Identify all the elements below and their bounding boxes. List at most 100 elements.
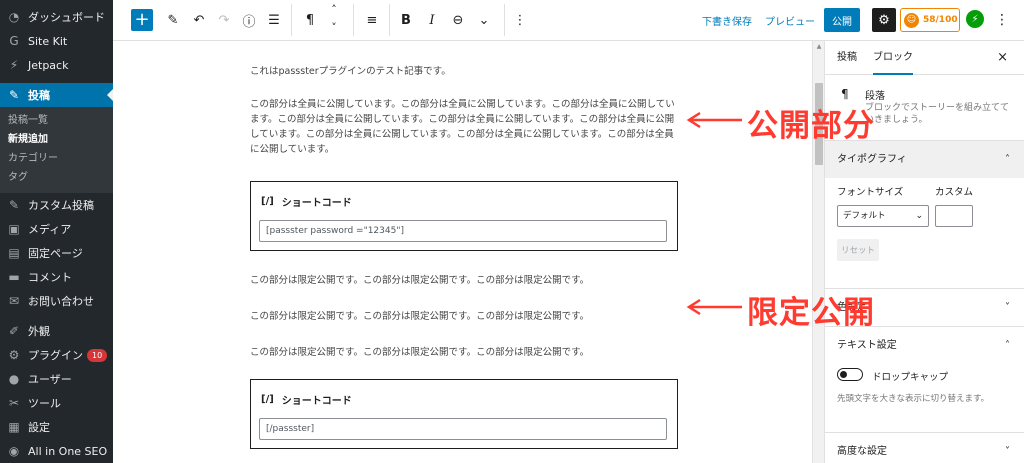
menu-item-pin[interactable]: ✎ カスタム投稿 bbox=[0, 193, 113, 217]
chevron-up-icon: ˄ bbox=[1005, 340, 1010, 351]
jetpack-icon[interactable]: ⚡ bbox=[966, 10, 984, 28]
menu-item-jetpack[interactable]: ⚡ Jetpack bbox=[0, 53, 113, 77]
paragraph-block-limited[interactable]: この部分は限定公開です。この部分は限定公開です。この部分は限定公開です。 bbox=[250, 309, 678, 324]
menu-item-dashboard[interactable]: ◔ ダッシュボード bbox=[0, 5, 113, 29]
align-icon[interactable]: ≡ bbox=[363, 8, 381, 32]
panel-title: 高度な設定 bbox=[837, 446, 887, 457]
menu-item-label: プラグイン bbox=[28, 349, 83, 362]
typography-body: フォントサイズ カスタム デフォルト ⌄ リセット bbox=[825, 178, 1024, 288]
seo-icon: ☺ bbox=[904, 12, 919, 28]
menu-item-comment[interactable]: ▬ コメント bbox=[0, 265, 113, 289]
tab-block[interactable]: ブロック bbox=[873, 41, 913, 75]
shortcode-block[interactable]: [/] ショートコード [passster password ="12345"] bbox=[250, 181, 678, 251]
chevron-down-icon[interactable]: ⌄ bbox=[476, 8, 492, 32]
text-settings-toggle[interactable]: テキスト設定 ˄ bbox=[825, 327, 1024, 364]
typography-panel: タイポグラフィ ˄ フォントサイズ カスタム デフォルト ⌄ リセット bbox=[825, 141, 1024, 289]
paragraph-block-public[interactable]: この部分は全員に公開しています。この部分は全員に公開しています。この部分は全員に… bbox=[250, 97, 678, 157]
text-settings-body: ドロップキャップ 先頭文字を大きな表示に切り替えます。 bbox=[825, 364, 1024, 432]
dashboard-icon: ◔ bbox=[8, 10, 20, 24]
settings-gear-icon[interactable]: ⚙ bbox=[872, 8, 896, 32]
plugin-icon: ⚙ bbox=[8, 348, 20, 362]
drop-cap-toggle[interactable] bbox=[837, 368, 863, 381]
submenu-item[interactable]: タグ bbox=[0, 168, 113, 187]
shortcode-header: [/] ショートコード bbox=[261, 392, 352, 407]
move-up-icon[interactable]: ˄ bbox=[327, 2, 341, 16]
more-options-icon[interactable]: ⋮ bbox=[995, 8, 1009, 32]
tools-edit-icon[interactable]: ✎ bbox=[163, 8, 183, 32]
seo-score-button[interactable]: ☺ 58/100 bbox=[900, 8, 960, 32]
move-down-icon[interactable]: ˅ bbox=[327, 20, 341, 34]
menu-item-aioseo[interactable]: ◉ All in One SEO bbox=[0, 439, 113, 463]
bold-button[interactable]: B bbox=[398, 8, 414, 32]
chevron-down-icon: ˅ bbox=[1005, 446, 1010, 457]
link-icon[interactable]: ⊖ bbox=[449, 8, 467, 32]
submenu-item[interactable]: カテゴリー bbox=[0, 149, 113, 168]
shortcode-label: ショートコード bbox=[281, 396, 352, 407]
block-description: ブロックでストーリーを組み立てていきましょう。 bbox=[865, 103, 1010, 125]
block-options-icon[interactable]: ⋮ bbox=[514, 8, 527, 32]
paragraph-block[interactable]: これはpasssterプラグインのテスト記事です。 bbox=[250, 64, 678, 79]
menu-item-label: 外観 bbox=[28, 325, 50, 338]
shortcode-block[interactable]: [/] ショートコード [/passster] bbox=[250, 379, 678, 449]
redo-icon[interactable]: ↷ bbox=[214, 8, 234, 32]
mail-icon: ✉ bbox=[8, 294, 20, 308]
seo-score-value: 58/100 bbox=[923, 15, 958, 25]
annotation-arrow-public bbox=[686, 111, 742, 129]
save-draft-button[interactable]: 下書き保存 bbox=[702, 13, 752, 28]
menu-item-posts[interactable]: ✎ 投稿 bbox=[0, 83, 113, 107]
reset-button[interactable]: リセット bbox=[837, 239, 879, 261]
annotation-public: 公開部分 bbox=[747, 108, 875, 144]
preview-button[interactable]: プレビュー bbox=[765, 13, 815, 28]
pin-icon: ✎ bbox=[8, 198, 20, 212]
menu-item-label: All in One SEO bbox=[28, 444, 108, 458]
menu-item-label: 固定ページ bbox=[28, 247, 83, 260]
page-icon: ▤ bbox=[8, 246, 20, 260]
menu-item-user[interactable]: ● ユーザー bbox=[0, 367, 113, 391]
menu-item-page[interactable]: ▤ 固定ページ bbox=[0, 241, 113, 265]
publish-button[interactable]: 公開 bbox=[824, 8, 860, 32]
submenu-item[interactable]: 投稿一覧 bbox=[0, 111, 113, 130]
menu-item-brush[interactable]: ✐ 外観 bbox=[0, 319, 113, 343]
shortcode-input[interactable]: [/passster] bbox=[259, 418, 667, 440]
menu-item-label: Jetpack bbox=[28, 58, 69, 72]
list-view-icon[interactable]: ☰ bbox=[264, 8, 284, 32]
shortcode-icon: [/] bbox=[261, 196, 274, 207]
user-icon: ● bbox=[8, 372, 20, 386]
paragraph-block-limited[interactable]: この部分は限定公開です。この部分は限定公開です。この部分は限定公開です。 bbox=[250, 345, 678, 360]
sidebar-tabs: 投稿 ブロック × bbox=[825, 41, 1024, 75]
info-icon[interactable]: ⓘ bbox=[239, 8, 259, 32]
menu-item-settings[interactable]: ▦ 設定 bbox=[0, 415, 113, 439]
menu-item-label: コメント bbox=[28, 271, 72, 284]
menu-item-media[interactable]: ▣ メディア bbox=[0, 217, 113, 241]
italic-button[interactable]: I bbox=[424, 8, 440, 32]
menu-item-label: ツール bbox=[28, 397, 61, 410]
shortcode-input[interactable]: [passster password ="12345"] bbox=[259, 220, 667, 242]
font-size-select[interactable]: デフォルト ⌄ bbox=[837, 205, 929, 227]
aioseo-icon: ◉ bbox=[8, 444, 20, 458]
paragraph-icon[interactable]: ¶ bbox=[301, 8, 319, 32]
settings-icon: ▦ bbox=[8, 420, 20, 434]
shortcode-icon: [/] bbox=[261, 394, 274, 405]
paragraph-icon: ¶ bbox=[841, 87, 849, 101]
undo-icon[interactable]: ↶ bbox=[189, 8, 209, 32]
menu-item-plugin[interactable]: ⚙ プラグイン 10 bbox=[0, 343, 113, 367]
paragraph-block-limited[interactable]: この部分は限定公開です。この部分は限定公開です。この部分は限定公開です。 bbox=[250, 273, 678, 288]
custom-size-input[interactable] bbox=[935, 205, 973, 227]
menu-item-wrench[interactable]: ✂ ツール bbox=[0, 391, 113, 415]
drop-cap-label: ドロップキャップ bbox=[872, 372, 949, 383]
add-block-button[interactable]: + bbox=[131, 9, 153, 31]
chevron-down-icon: ⌄ bbox=[915, 211, 923, 221]
submenu-item[interactable]: 新規追加 bbox=[0, 130, 113, 149]
menu-item-label: 設定 bbox=[28, 421, 50, 434]
tab-post[interactable]: 投稿 bbox=[837, 41, 857, 75]
advanced-panel-toggle[interactable]: 高度な設定 ˅ bbox=[825, 433, 1024, 463]
menu-item-mail[interactable]: ✉ お問い合わせ bbox=[0, 289, 113, 313]
drop-cap-help: 先頭文字を大きな表示に切り替えます。 bbox=[837, 394, 990, 404]
menu-item-label: ユーザー bbox=[28, 373, 72, 386]
panel-title: テキスト設定 bbox=[837, 340, 897, 351]
menu-item-sitekit[interactable]: G Site Kit bbox=[0, 29, 113, 53]
close-icon[interactable]: × bbox=[997, 41, 1008, 75]
typography-panel-toggle[interactable]: タイポグラフィ ˄ bbox=[825, 141, 1024, 178]
wrench-icon: ✂ bbox=[8, 396, 20, 410]
scroll-up-icon[interactable]: ▲ bbox=[815, 43, 823, 50]
